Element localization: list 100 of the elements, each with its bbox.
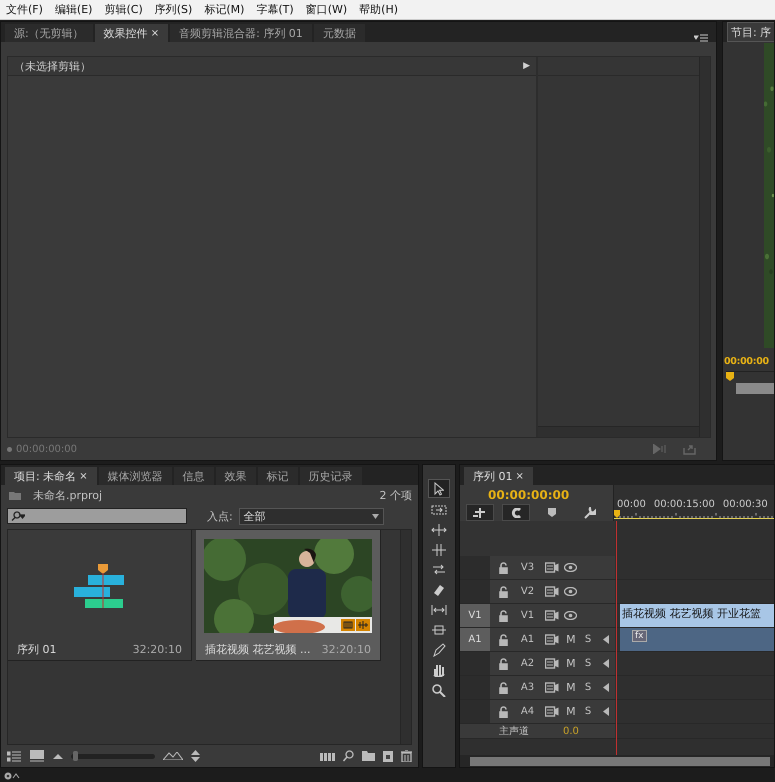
list-view-icon[interactable] <box>7 750 21 762</box>
close-button[interactable]: × <box>79 470 88 482</box>
razor-icon[interactable] <box>431 582 447 596</box>
film-toggle-icon[interactable] <box>544 562 558 573</box>
menu-item[interactable]: 编辑(E) <box>48 2 98 17</box>
menu-item[interactable]: 文件(F) <box>0 2 49 17</box>
new-item-icon[interactable] <box>383 750 393 762</box>
small-thumbnail-icon[interactable] <box>53 754 63 758</box>
project-item[interactable]: 序列 01 32:20:10 <box>8 530 192 661</box>
solo-button[interactable]: S <box>584 682 592 693</box>
icon-view-icon[interactable] <box>29 750 45 762</box>
slip-icon[interactable] <box>431 602 447 616</box>
speaker-icon[interactable] <box>603 683 610 692</box>
menu-item[interactable]: 窗口(W) <box>300 2 354 17</box>
panel-tab[interactable]: 序列 01 × <box>464 467 533 485</box>
menu-item[interactable]: 字幕(T) <box>250 2 300 17</box>
pen-icon[interactable] <box>431 642 447 656</box>
sort-icon[interactable] <box>191 750 200 762</box>
snap-button[interactable] <box>502 504 530 521</box>
lock-icon[interactable] <box>498 610 508 622</box>
insert-button[interactable] <box>466 504 494 521</box>
panel-tab[interactable]: 媒体浏览器 <box>98 467 172 485</box>
hand-icon[interactable] <box>431 662 447 676</box>
rolling-edit-icon[interactable] <box>431 542 447 556</box>
eye-icon[interactable] <box>564 611 576 620</box>
scrollbar[interactable] <box>460 755 774 767</box>
mute-button[interactable]: M <box>566 681 576 694</box>
lock-icon[interactable] <box>498 634 508 646</box>
audio-clip[interactable]: fx <box>620 628 774 651</box>
film-toggle-icon[interactable] <box>545 634 560 645</box>
solo-button[interactable]: S <box>584 658 592 669</box>
slider-thumb[interactable] <box>72 750 78 760</box>
large-thumbnail-icon[interactable] <box>163 752 183 760</box>
expand-button[interactable]: ▶ <box>523 61 530 71</box>
zoom-scrollbar[interactable] <box>736 383 774 394</box>
menu-item[interactable]: 帮助(H) <box>353 2 404 17</box>
panel-tab[interactable]: 信息 <box>174 467 214 485</box>
lock-icon[interactable] <box>498 562 508 574</box>
panel-tab[interactable]: 源:（无剪辑） <box>5 24 93 42</box>
panel-tab[interactable]: 元数据 <box>314 24 365 42</box>
zoom-slider[interactable] <box>71 754 155 758</box>
playhead-icon[interactable] <box>726 372 734 381</box>
mute-button[interactable]: M <box>566 633 576 646</box>
menu-item[interactable]: 序列(S) <box>148 2 198 17</box>
solo-button[interactable]: S <box>584 706 592 717</box>
panel-tab[interactable]: 效果控件 × <box>94 24 168 42</box>
project-item[interactable]: 插花视频 花艺视频 ... 32:20:10 <box>196 530 381 661</box>
timecode[interactable]: 00:00:00:00 <box>466 488 605 502</box>
panel-tab[interactable]: 标记 <box>258 467 298 485</box>
trash-icon[interactable] <box>401 750 412 762</box>
search-icon[interactable] <box>11 511 25 521</box>
in-point-dropdown[interactable]: 全部 <box>238 508 384 524</box>
timecode[interactable]: 00:00:00 <box>724 356 774 367</box>
film-toggle-icon[interactable] <box>544 586 558 597</box>
speaker-icon[interactable] <box>603 659 610 668</box>
rate-stretch-icon[interactable] <box>431 562 447 576</box>
lock-icon[interactable] <box>498 586 508 598</box>
close-button[interactable]: × <box>516 470 524 482</box>
menu-item[interactable]: 剪辑(C) <box>98 2 149 17</box>
mute-button[interactable]: M <box>566 705 576 718</box>
source-patch[interactable]: A1 <box>460 628 490 651</box>
track-select-icon[interactable] <box>431 502 447 516</box>
time-ruler-icon[interactable] <box>614 510 774 519</box>
lock-icon[interactable] <box>498 706 508 718</box>
search-field[interactable] <box>7 508 187 524</box>
mute-button[interactable]: M <box>566 657 576 670</box>
speaker-icon[interactable] <box>603 707 610 716</box>
volume-value[interactable]: 0.0 <box>563 726 579 736</box>
lock-icon[interactable] <box>498 658 508 670</box>
speaker-icon[interactable] <box>603 635 610 644</box>
zoom-icon[interactable] <box>431 682 447 696</box>
panel-tab[interactable]: 历史记录 <box>300 467 362 485</box>
automate-icon[interactable] <box>320 752 335 760</box>
video-clip[interactable]: 插花视频 花艺视频 开业花篮 <box>620 604 774 627</box>
film-toggle-icon[interactable] <box>545 706 560 717</box>
marker-icon[interactable] <box>548 508 556 517</box>
selection-tool[interactable] <box>428 479 450 498</box>
source-patch[interactable]: V1 <box>460 604 490 627</box>
solo-button[interactable]: S <box>584 634 592 645</box>
ripple-edit-icon[interactable] <box>431 522 447 536</box>
panel-menu-icon[interactable] <box>694 34 708 42</box>
film-toggle-icon[interactable] <box>545 682 560 693</box>
gear-icon[interactable] <box>3 771 21 781</box>
caret-icon[interactable] <box>372 514 379 518</box>
search-icon[interactable] <box>343 750 354 762</box>
eye-icon[interactable] <box>564 563 576 572</box>
folder-icon[interactable] <box>362 751 375 761</box>
panel-tab[interactable]: 项目: 未命名 × <box>5 467 97 485</box>
panel-tab[interactable]: 效果 <box>216 467 256 485</box>
film-toggle-icon[interactable] <box>545 658 560 669</box>
eye-icon[interactable] <box>564 587 576 596</box>
wrench-icon[interactable] <box>584 506 596 518</box>
panel-tab[interactable]: 节目: 序 <box>727 22 774 42</box>
slide-icon[interactable] <box>431 622 447 636</box>
scrollbar-thumb[interactable] <box>470 756 770 766</box>
close-button[interactable]: × <box>150 28 160 38</box>
film-toggle-icon[interactable] <box>544 610 558 621</box>
panel-tab[interactable]: 音频剪辑混合器: 序列 01 <box>170 24 312 42</box>
menu-item[interactable]: 标记(M) <box>198 2 250 17</box>
lock-icon[interactable] <box>498 682 508 694</box>
